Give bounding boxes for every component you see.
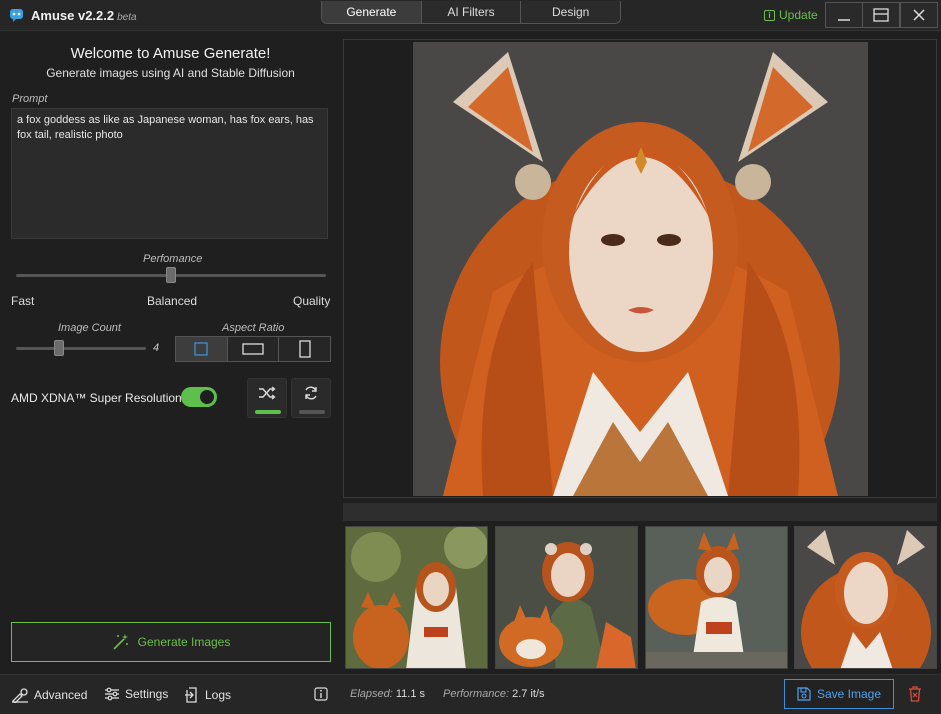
random-seed-button[interactable] <box>247 378 287 418</box>
random-seed-indicator <box>255 410 281 414</box>
settings-label: Settings <box>125 687 169 701</box>
thumbnail-image <box>346 527 487 668</box>
performance-balanced-label: Balanced <box>147 294 198 308</box>
portrait-icon <box>299 340 311 358</box>
performance-fast-label: Fast <box>11 294 35 308</box>
title-bar: Amuse v2.2.2 beta Generate AI Filters Des… <box>0 0 941 31</box>
square-icon <box>194 342 208 356</box>
welcome-subtitle: Generate images using AI and Stable Diff… <box>46 66 295 80</box>
delete-image-button[interactable] <box>899 679 931 709</box>
aspect-portrait-button[interactable] <box>279 337 331 361</box>
generated-image[interactable] <box>413 42 868 496</box>
image-count-slider-thumb[interactable] <box>54 340 64 356</box>
update-label: Update <box>779 8 818 22</box>
elapsed-label: Elapsed: <box>350 688 393 700</box>
advanced-label: Advanced <box>34 688 88 702</box>
minimize-button[interactable] <box>825 2 863 28</box>
sliders-icon <box>105 687 119 701</box>
maximize-icon <box>873 8 889 22</box>
gallery-divider <box>343 503 937 521</box>
fox-goddess-portrait <box>413 42 868 496</box>
mode-tabs: Generate AI Filters Design <box>321 1 621 24</box>
app-title: Amuse v2.2.2 beta <box>31 8 137 23</box>
advanced-button[interactable]: Advanced <box>11 687 87 703</box>
performance-slider-thumb[interactable] <box>166 267 176 283</box>
welcome-heading: Welcome to Amuse Generate! <box>70 45 271 62</box>
tab-generate[interactable]: Generate <box>322 1 422 23</box>
elapsed-stat: Elapsed: 11.1 s <box>350 688 425 700</box>
landscape-icon <box>242 343 264 355</box>
elapsed-value: 11.1 s <box>395 688 426 700</box>
thumbnail-2[interactable] <box>495 526 638 669</box>
image-count-label: Image Count <box>58 322 121 334</box>
aspect-square-button[interactable] <box>176 337 228 361</box>
super-resolution-toggle[interactable] <box>181 387 217 407</box>
info-icon <box>314 687 328 701</box>
image-count-slider-track[interactable] <box>16 347 146 350</box>
close-button[interactable] <box>900 2 938 28</box>
performance-quality-label: Quality <box>293 294 331 308</box>
refresh-icon <box>305 386 317 400</box>
save-image-button[interactable]: Save Image <box>784 679 894 709</box>
amuse-logo-icon <box>10 9 23 22</box>
performance-stat-value: 2.7 it/s <box>512 688 545 700</box>
update-button[interactable]: i Update <box>764 8 818 22</box>
save-image-label: Save Image <box>816 687 882 701</box>
aspect-ratio-selector <box>175 336 331 362</box>
toggle-knob <box>200 390 214 404</box>
trash-icon <box>909 686 921 702</box>
close-icon <box>913 9 925 21</box>
prompt-input[interactable]: a fox goddess as like as Japanese woman,… <box>11 108 328 239</box>
advanced-icon <box>12 688 28 703</box>
app-title-text: Amuse v2.2.2 <box>31 8 115 23</box>
reuse-seed-button[interactable] <box>291 378 331 418</box>
aspect-landscape-button[interactable] <box>227 337 280 361</box>
thumbnail-image <box>646 527 787 668</box>
super-resolution-label: AMD XDNA™ Super Resolution <box>11 391 182 405</box>
settings-button[interactable]: Settings <box>104 687 168 701</box>
shuffle-icon <box>259 386 276 400</box>
thumbnail-image <box>496 527 637 668</box>
thumbnail-3[interactable] <box>645 526 788 669</box>
thumbnail-1[interactable] <box>345 526 488 669</box>
main-image-viewer <box>343 39 937 498</box>
tab-ai-filters[interactable]: AI Filters <box>421 1 522 23</box>
reuse-seed-indicator <box>299 410 325 414</box>
logs-label: Logs <box>205 688 232 702</box>
info-icon: i <box>764 9 775 21</box>
tab-design[interactable]: Design <box>521 1 620 23</box>
generate-images-label: Generate Images <box>137 635 231 649</box>
image-count-value: 4 <box>153 342 160 354</box>
info-button[interactable] <box>314 687 328 701</box>
logs-icon <box>185 687 197 703</box>
prompt-label: Prompt <box>12 93 48 105</box>
thumbnail-4[interactable] <box>794 526 937 669</box>
performance-label: Perfomance <box>143 253 203 265</box>
settings-panel: Welcome to Amuse Generate! Generate imag… <box>0 32 341 672</box>
status-bar: Advanced Settings Logs Elapsed: 11.1 s P… <box>0 674 941 714</box>
generate-images-button[interactable]: Generate Images <box>11 622 331 662</box>
minimize-icon <box>838 19 850 21</box>
thumbnail-image <box>795 527 936 668</box>
maximize-button[interactable] <box>862 2 900 28</box>
magic-wand-icon <box>113 634 128 650</box>
logs-button[interactable]: Logs <box>184 687 231 703</box>
performance-stat: Performance: 2.7 it/s <box>443 688 545 700</box>
save-icon <box>797 687 811 701</box>
beta-badge: beta <box>117 12 137 23</box>
performance-stat-label: Performance: <box>443 688 510 700</box>
aspect-ratio-label: Aspect Ratio <box>222 322 285 334</box>
